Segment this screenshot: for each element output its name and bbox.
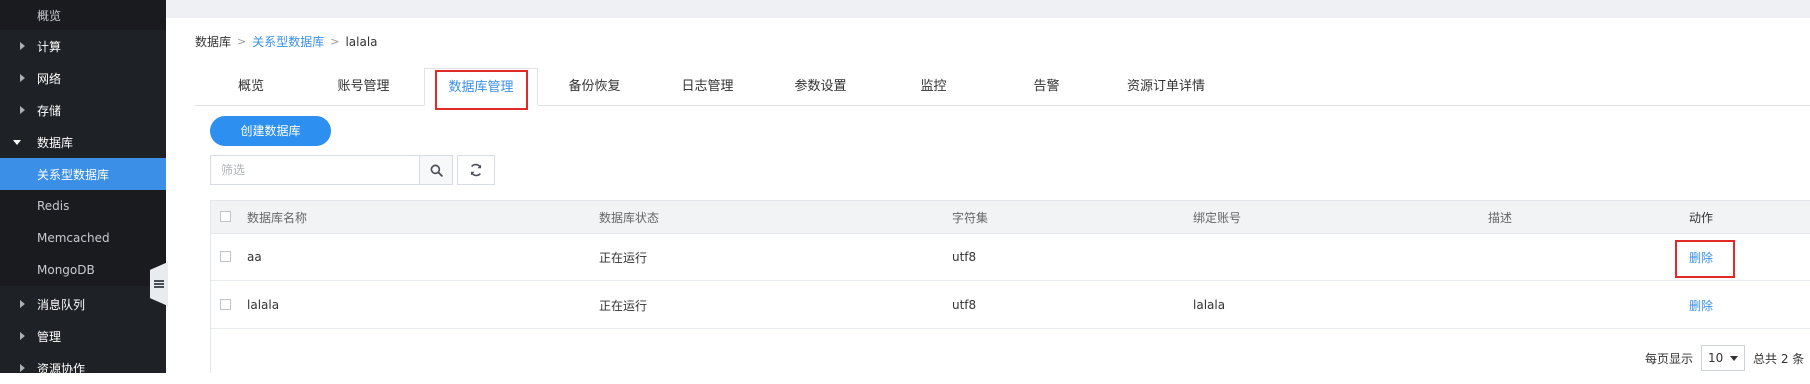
caret-right-icon [20, 106, 25, 114]
caret-right-icon [20, 42, 25, 50]
sidebar-item-label: Memcached [37, 231, 110, 245]
cell-charset: utf8 [952, 250, 977, 264]
sidebar-item-label: 管理 [37, 329, 62, 344]
tab-alerts[interactable]: 告警 [990, 68, 1103, 106]
table-row: aa 正在运行 utf8 删除 [211, 234, 1810, 281]
tab-resource-orders[interactable]: 资源订单详情 [1103, 68, 1229, 106]
cell-status: 正在运行 [599, 298, 648, 313]
sidebar-item-label: 关系型数据库 [37, 167, 110, 182]
tab-accounts[interactable]: 账号管理 [307, 68, 420, 106]
database-table: 数据库名称 数据库状态 字符集 绑定账号 描述 动作 aa 正在运行 utf8 … [210, 200, 1810, 373]
tab-parameters[interactable]: 参数设置 [764, 68, 877, 106]
table-header: 数据库名称 数据库状态 字符集 绑定账号 描述 动作 [211, 200, 1810, 234]
breadcrumb-separator: > [237, 35, 247, 48]
cell-charset: utf8 [952, 298, 977, 312]
filter-input[interactable] [211, 156, 419, 184]
sidebar-item-label: 存储 [37, 103, 62, 118]
sidebar-item-label: MongoDB [37, 263, 95, 277]
per-page-value: 10 [1708, 351, 1724, 365]
row-checkbox[interactable] [220, 251, 231, 262]
caret-right-icon [20, 300, 25, 308]
sidebar-item-label: 资源协作 [37, 361, 86, 376]
search-button[interactable] [419, 156, 452, 184]
breadcrumb-section[interactable]: 关系型数据库 [252, 33, 324, 50]
refresh-icon [470, 163, 482, 177]
sidebar-item-label: 概览 [37, 8, 62, 23]
pagination: 每页显示 10 总共 2 条 [1645, 345, 1804, 371]
sidebar-item-management[interactable]: 管理 [0, 320, 166, 352]
sidebar-item-compute[interactable]: 计算 [0, 30, 166, 62]
sidebar-item-label: Redis [37, 199, 70, 213]
breadcrumb-current: lalala [345, 34, 378, 49]
total-count: 总共 2 条 [1753, 351, 1805, 366]
breadcrumb: 数据库 > 关系型数据库 > lalala [195, 33, 378, 50]
column-header: 数据库名称 [247, 210, 308, 225]
delete-button[interactable]: 删除 [1689, 282, 1713, 328]
sidebar-item-network[interactable]: 网络 [0, 62, 166, 94]
top-band [166, 0, 1810, 18]
cell-status: 正在运行 [599, 250, 648, 265]
sidebar-item-resource-collab[interactable]: 资源协作 [0, 352, 166, 384]
sidebar-item-rds[interactable]: 关系型数据库 [0, 158, 166, 190]
refresh-button[interactable] [457, 155, 495, 185]
cell-account: lalala [1193, 298, 1226, 312]
table-row: lalala 正在运行 utf8 lalala 删除 [211, 282, 1810, 329]
sidebar-item-label: 消息队列 [37, 297, 86, 312]
tab-monitoring[interactable]: 监控 [877, 68, 990, 106]
sidebar-item-label: 网络 [37, 71, 62, 86]
column-header: 描述 [1488, 210, 1513, 225]
caret-right-icon [20, 364, 25, 372]
select-all-checkbox[interactable] [220, 211, 231, 222]
cell-name: lalala [247, 298, 280, 312]
cell-name: aa [247, 250, 262, 264]
sidebar-item-mongodb[interactable]: MongoDB [0, 254, 166, 286]
breadcrumb-root[interactable]: 数据库 [195, 33, 231, 50]
sidebar-item-label: 数据库 [37, 135, 74, 150]
sidebar-item-redis[interactable]: Redis [0, 190, 166, 222]
filter-box [210, 155, 453, 185]
row-checkbox[interactable] [220, 299, 231, 310]
sidebar-item-label: 计算 [37, 39, 62, 54]
breadcrumb-separator: > [330, 35, 340, 48]
sidebar: 概览 计算 网络 存储 数据库 关系型数据库 Redis Memcached M… [0, 0, 166, 376]
column-header: 数据库状态 [599, 210, 660, 225]
chevron-down-icon [1730, 355, 1739, 361]
tab-overview[interactable]: 概览 [195, 68, 307, 106]
caret-right-icon [20, 332, 25, 340]
per-page-select[interactable]: 10 [1701, 345, 1746, 371]
search-icon [430, 164, 443, 177]
sidebar-item-database[interactable]: 数据库 [0, 126, 166, 158]
caret-right-icon [20, 74, 25, 82]
tab-backup-restore[interactable]: 备份恢复 [538, 68, 651, 106]
column-header: 动作 [1689, 210, 1714, 225]
sidebar-item-memcached[interactable]: Memcached [0, 222, 166, 254]
sidebar-item-overview[interactable]: 概览 [0, 0, 166, 30]
caret-down-icon [13, 139, 21, 145]
column-header: 字符集 [952, 210, 989, 225]
per-page-label: 每页显示 [1645, 351, 1694, 366]
sidebar-item-storage[interactable]: 存储 [0, 94, 166, 126]
create-database-button[interactable]: 创建数据库 [210, 116, 331, 146]
tab-logs[interactable]: 日志管理 [651, 68, 764, 106]
tab-highlight-box [435, 70, 528, 110]
column-header: 绑定账号 [1193, 210, 1242, 225]
action-highlight-box [1675, 240, 1735, 278]
sidebar-item-message-queue[interactable]: 消息队列 [0, 288, 166, 320]
